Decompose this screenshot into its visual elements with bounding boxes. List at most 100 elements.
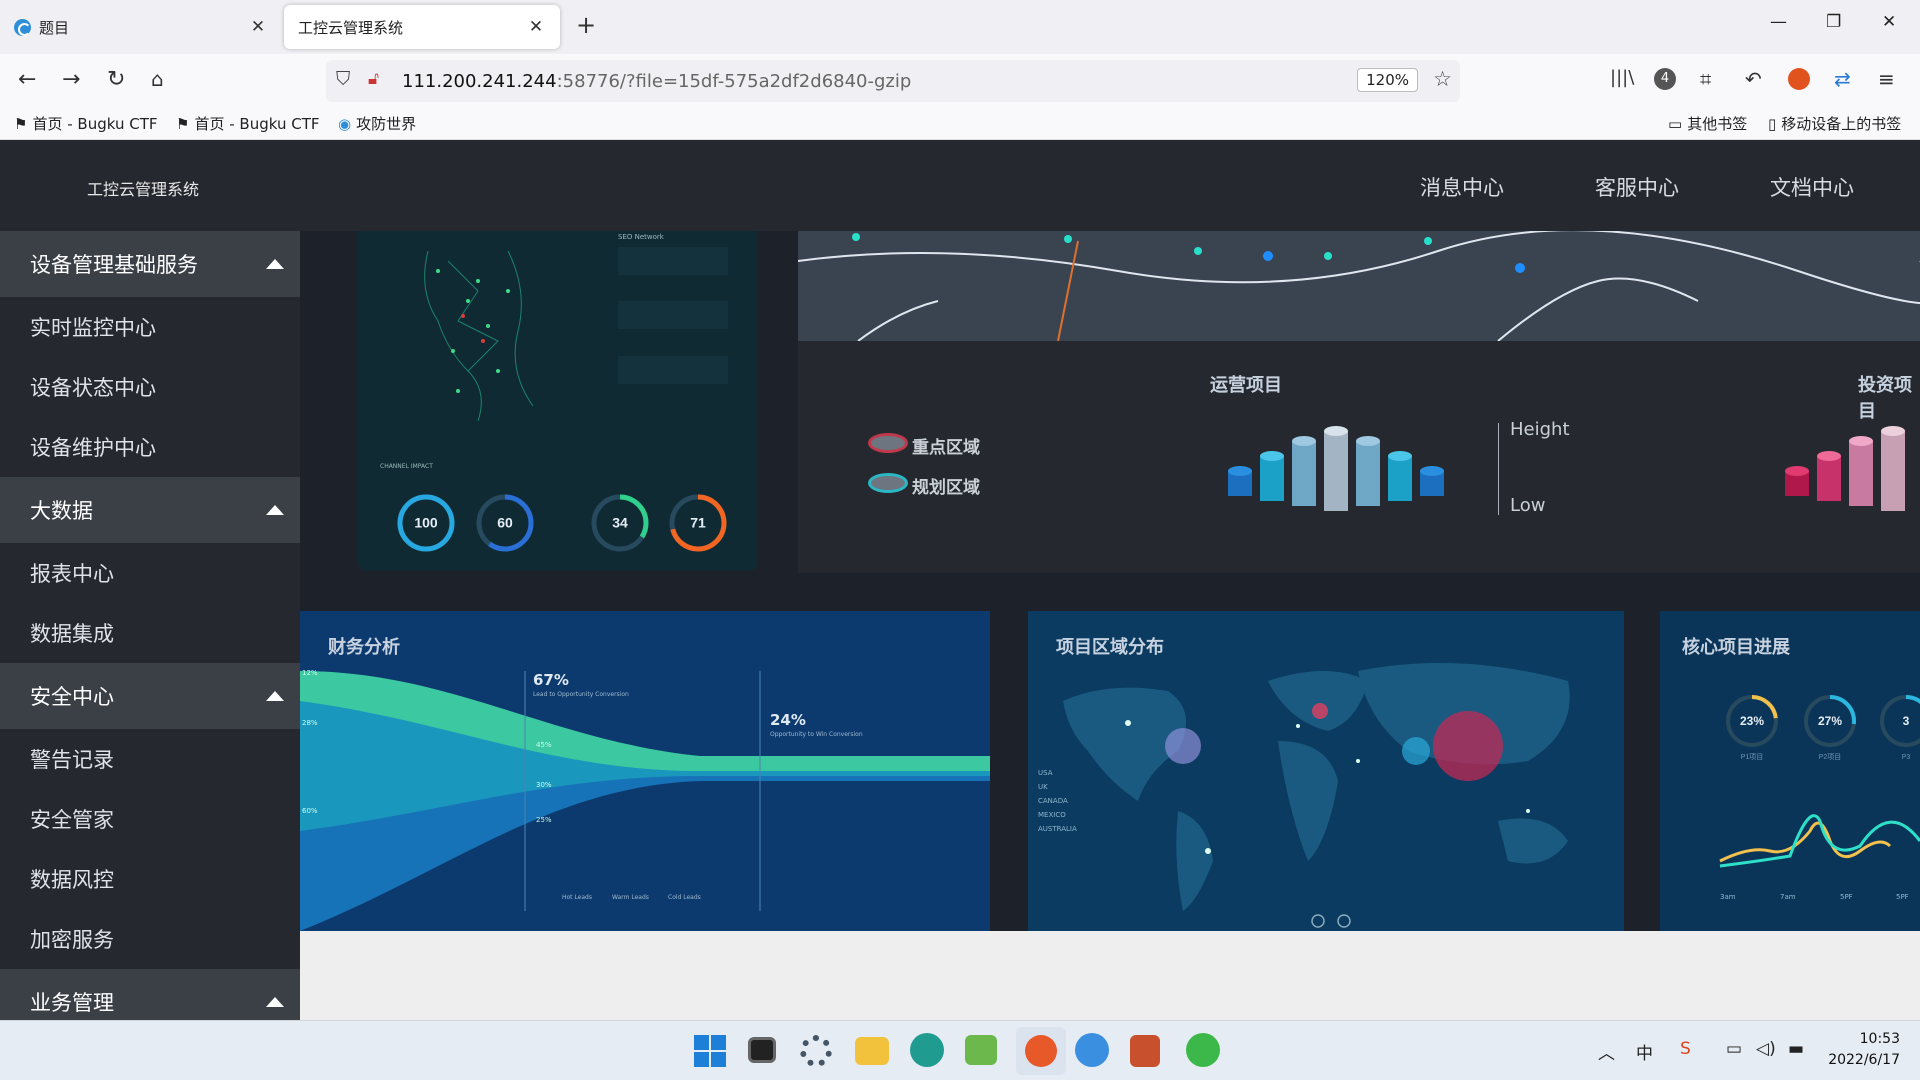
mobile-bookmarks[interactable]: ▯ 移动设备上的书签 (1768, 113, 1901, 134)
image-app-icon[interactable] (965, 1035, 997, 1065)
progress-title: 核心项目进展 (1682, 637, 1790, 658)
forward-arrow-icon[interactable]: → (62, 67, 80, 92)
gauge-value: 71 (690, 515, 706, 531)
bookmark-item[interactable]: ◉ 攻防世界 (338, 113, 416, 134)
sidebar-group-security[interactable]: 安全中心 (0, 663, 300, 729)
ie-browser-icon[interactable] (1186, 1033, 1220, 1067)
tab-close-icon[interactable]: ✕ (248, 17, 268, 37)
region-panel: 项目区域分布 USA UK CANADA MEXICO AUSTRALIA (1028, 611, 1624, 931)
sidebar-item-status[interactable]: 设备状态中心 (0, 357, 300, 417)
extension-icon[interactable] (1788, 68, 1810, 90)
tab-close-icon[interactable]: ✕ (526, 17, 546, 37)
sidebar-item-security-keeper[interactable]: 安全管家 (0, 789, 300, 849)
restore-button[interactable]: ❐ (1826, 12, 1841, 32)
caret-up-icon (266, 997, 284, 1007)
topnav-messages[interactable]: 消息中心 (1420, 172, 1504, 202)
library-icon[interactable]: |||\ (1610, 67, 1634, 88)
back-arrow-icon[interactable]: ← (18, 67, 36, 92)
minimize-button[interactable]: — (1770, 12, 1787, 32)
legend-label: 规划区域 (912, 478, 980, 498)
gauge-value: 3 (1903, 714, 1910, 728)
mobile-icon: ▯ (1768, 114, 1777, 133)
mid-label: 45% (536, 741, 552, 749)
topnav-docs[interactable]: 文档中心 (1770, 172, 1854, 202)
finance-pct-1: 67% (533, 671, 569, 689)
dashboard-image: SEO Network CHANNEL IMPACT 100 60 34 71 (300, 231, 1920, 931)
gauge-track (1880, 695, 1920, 747)
bookmark-item[interactable]: ⚑ 首页 - Bugku CTF (176, 113, 320, 134)
volume-icon[interactable]: ◁) (1756, 1039, 1776, 1059)
sidebar-group-bigdata[interactable]: 大数据 (0, 477, 300, 543)
network-icon[interactable]: ▭ (1726, 1039, 1742, 1059)
crop-icon[interactable]: ⌗ (1700, 67, 1711, 91)
extension-badge-icon[interactable]: 4 (1654, 68, 1676, 90)
progress-panel: 核心项目进展 23% P1项目 27% P2项目 3 P3 3am 7am 5PF 5PF (1660, 611, 1920, 931)
bookmark-item[interactable]: ⚑ 首页 - Bugku CTF (14, 113, 158, 134)
new-tab-button[interactable]: + (576, 11, 596, 39)
insecure-lock-icon[interactable]: 🔓︎ (368, 69, 379, 89)
sidebar-item-monitor[interactable]: 实时监控中心 (0, 297, 300, 357)
task-view-icon[interactable] (748, 1037, 776, 1063)
menu-icon[interactable]: ≡ (1878, 67, 1895, 91)
gauge-value: 60 (497, 515, 513, 531)
x-label: 3am (1720, 893, 1736, 901)
tray-expand-icon[interactable]: ︿ (1598, 1039, 1615, 1064)
x-label: 7am (1780, 893, 1796, 901)
sync-icon[interactable]: ⇄ (1834, 67, 1851, 91)
address-bar[interactable]: ⛉ 🔓︎ 111.200.241.244:58776/?file=15df-57… (326, 60, 1460, 102)
zoom-level-button[interactable]: 120% (1357, 68, 1418, 92)
file-explorer-icon[interactable] (855, 1037, 889, 1065)
sidebar-item-integration[interactable]: 数据集成 (0, 603, 300, 663)
finance-legend: Cold Leads (668, 894, 701, 901)
ime-language-indicator[interactable]: 中 (1636, 1039, 1653, 1064)
settings-gear-icon[interactable] (800, 1035, 832, 1067)
clock-time: 10:53 (1859, 1031, 1900, 1047)
topnav-support[interactable]: 客服中心 (1595, 172, 1679, 202)
region-legend-item: AUSTRALIA (1038, 825, 1077, 833)
caret-up-icon (266, 259, 284, 269)
start-button-icon[interactable] (694, 1035, 726, 1067)
firefox-active-tile[interactable] (1016, 1027, 1066, 1075)
finance-panel: 财务分析 67% Lead to Opportunity Conversion … (300, 611, 990, 931)
url-text[interactable]: 111.200.241.244:58776/?file=15df-575a2df… (402, 71, 911, 92)
globe-icon: ◉ (338, 114, 352, 133)
region-legend-item: USA (1038, 769, 1053, 777)
finance-note-1: Lead to Opportunity Conversion (533, 691, 629, 698)
sogou-input-icon[interactable]: S (1680, 1039, 1691, 1059)
finance-pct-2: 24% (770, 711, 806, 729)
x-label: 5PF (1896, 893, 1909, 901)
battery-icon[interactable]: ▬ (1788, 1039, 1804, 1059)
funnel-chart (300, 671, 990, 931)
sidebar-item-alerts[interactable]: 警告记录 (0, 729, 300, 789)
close-window-button[interactable]: ✕ (1882, 12, 1896, 32)
legend-dot-red (868, 433, 908, 453)
mid-label: 25% (536, 816, 552, 824)
left-label: 12% (302, 669, 318, 677)
tab-active[interactable]: 工控云管理系统 ✕ (284, 5, 560, 49)
clock[interactable]: 10:53 2022/6/17 (1828, 1029, 1900, 1071)
sidebar-item-risk[interactable]: 数据风控 (0, 849, 300, 909)
shield-icon[interactable]: ⛉ (336, 68, 350, 90)
mid-label: 30% (536, 781, 552, 789)
office-app-icon[interactable] (1130, 1035, 1160, 1067)
chat-app-icon[interactable] (1075, 1033, 1109, 1067)
gauge-value: 23% (1740, 714, 1764, 728)
sidebar-item-reports[interactable]: 报表中心 (0, 543, 300, 603)
reload-icon[interactable]: ↻ (107, 67, 125, 92)
bookmark-star-icon[interactable]: ☆ (1433, 67, 1452, 91)
home-icon[interactable]: ⌂ (151, 67, 164, 91)
sidebar-group-device[interactable]: 设备管理基础服务 (0, 231, 300, 297)
scale-high-label: Height (1510, 419, 1570, 440)
edge-browser-icon[interactable] (910, 1033, 944, 1067)
scale-line (1498, 423, 1499, 515)
undo-icon[interactable]: ↶ (1745, 67, 1762, 91)
other-bookmarks[interactable]: ▭ 其他书签 (1668, 113, 1747, 134)
channel-label: CHANNEL IMPACT (380, 463, 433, 470)
sidebar-item-maintenance[interactable]: 设备维护中心 (0, 417, 300, 477)
progress-gauge-group: 23% P1项目 27% P2项目 3 P3 (1726, 695, 1920, 761)
feed-card (618, 247, 728, 275)
sidebar-group-business[interactable]: 业务管理 (0, 969, 300, 1020)
tab-inactive[interactable]: 题目 ✕ (0, 5, 282, 49)
sidebar-item-encryption[interactable]: 加密服务 (0, 909, 300, 969)
feed-label: SEO Network (618, 233, 664, 241)
